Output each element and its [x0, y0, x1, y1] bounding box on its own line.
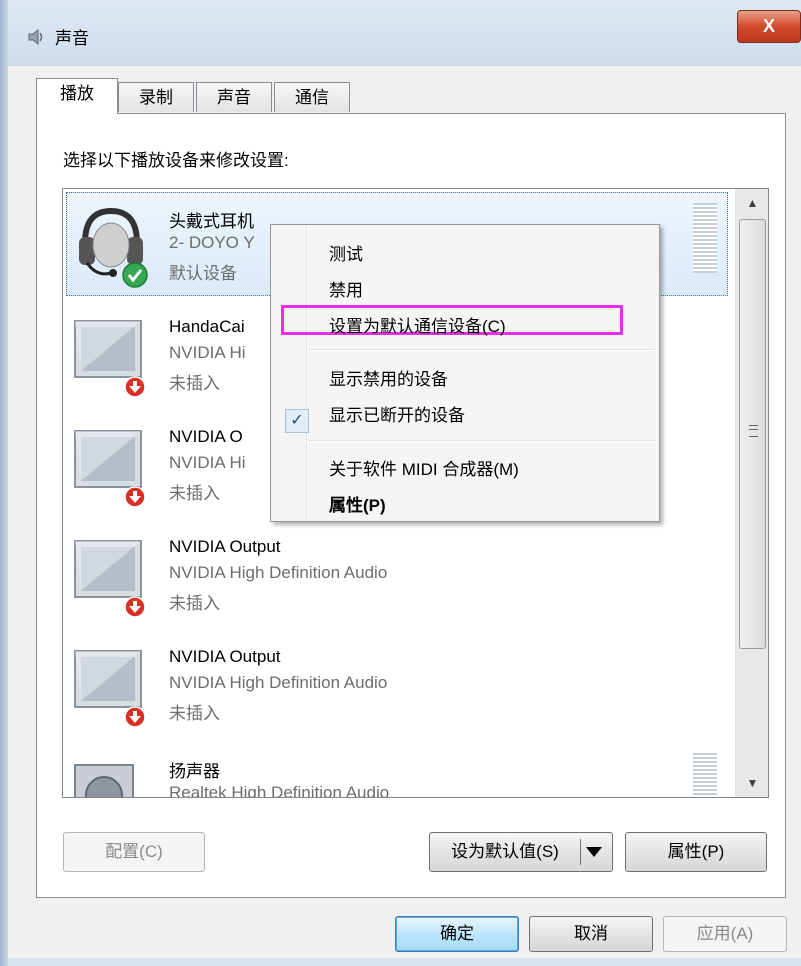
menu-item-properties[interactable]: 属性(P)	[329, 491, 386, 516]
device-list-scrollbar[interactable]: ▲ ▼	[735, 189, 768, 797]
device-subtitle: NVIDIA Hi	[169, 343, 246, 362]
device-subtitle: 2- DOYO Y	[169, 233, 255, 252]
device-name: NVIDIA Output	[169, 537, 281, 556]
device-item-nvidia-output-1[interactable]: NVIDIA Output NVIDIA High Definition Aud…	[63, 519, 735, 629]
unplugged-arrow-icon	[124, 486, 146, 508]
set-default-split-button[interactable]: 设为默认值(S)	[429, 832, 613, 872]
scroll-down-icon[interactable]: ▼	[736, 769, 768, 797]
tab-recording[interactable]: 录制	[118, 82, 194, 112]
tab-playback[interactable]: 播放	[36, 78, 118, 114]
split-divider	[580, 839, 581, 865]
device-subtitle: Realtek High Definition Audio	[169, 783, 390, 798]
properties-button[interactable]: 属性(P)	[625, 832, 767, 872]
instruction-text: 选择以下播放设备来修改设置:	[63, 151, 289, 170]
device-subtitle: NVIDIA Hi	[169, 453, 246, 472]
menu-separator	[309, 440, 655, 442]
device-name: 扬声器	[169, 762, 220, 781]
unplugged-arrow-icon	[124, 596, 146, 618]
ok-button[interactable]: 确定	[395, 916, 519, 952]
unplugged-arrow-icon	[124, 376, 146, 398]
window-title: 声音	[55, 29, 89, 48]
apply-button[interactable]: 应用(A)	[663, 916, 787, 952]
scroll-grip-icon	[749, 425, 758, 437]
title-bar[interactable]: 声音 X	[8, 0, 801, 66]
chevron-down-icon[interactable]	[586, 847, 602, 857]
device-status: 默认设备	[169, 264, 237, 283]
menu-item-disable[interactable]: 禁用	[329, 276, 363, 301]
default-device-check-icon	[122, 262, 148, 288]
device-name: NVIDIA Output	[169, 647, 281, 666]
device-item-speaker[interactable]: 扬声器 Realtek High Definition Audio	[63, 739, 735, 798]
set-default-label: 设为默认值(S)	[451, 842, 559, 861]
sound-dialog-window: 声音 X 播放 录制 声音 通信 选择以下播放设备来修改设置: 头戴式耳机 2-…	[0, 0, 801, 966]
device-subtitle: NVIDIA High Definition Audio	[169, 563, 388, 582]
unplugged-arrow-icon	[124, 706, 146, 728]
menu-item-set-default-comm[interactable]: 设置为默认通信设备(C)	[329, 312, 506, 337]
cancel-button[interactable]: 取消	[529, 916, 653, 952]
scroll-up-icon[interactable]: ▲	[736, 189, 768, 217]
device-status: 未插入	[169, 374, 220, 393]
close-icon: X	[762, 16, 775, 36]
device-context-menu: 测试 禁用 设置为默认通信设备(C) 显示禁用的设备 ✓ 显示已断开的设备 关于…	[270, 224, 660, 522]
speaker-app-icon	[28, 28, 43, 46]
volume-meter	[693, 753, 717, 797]
menu-item-show-disconnected[interactable]: 显示已断开的设备	[329, 401, 465, 426]
check-icon: ✓	[285, 409, 309, 433]
volume-meter	[693, 203, 717, 273]
menu-item-about-midi[interactable]: 关于软件 MIDI 合成器(M)	[329, 455, 519, 480]
close-button[interactable]: X	[737, 10, 801, 43]
device-status: 未插入	[169, 704, 220, 723]
speaker-icon	[74, 764, 134, 797]
device-name: HandaCai	[169, 317, 245, 336]
device-subtitle: NVIDIA High Definition Audio	[169, 673, 388, 692]
menu-item-test[interactable]: 测试	[329, 240, 363, 265]
tab-sounds[interactable]: 声音	[196, 82, 272, 112]
device-status: 未插入	[169, 484, 220, 503]
device-name: NVIDIA O	[169, 427, 243, 446]
device-name: 头戴式耳机	[169, 212, 254, 231]
menu-item-show-disabled[interactable]: 显示禁用的设备	[329, 365, 448, 390]
configure-button[interactable]: 配置(C)	[63, 832, 205, 872]
window-left-edge	[0, 0, 8, 966]
device-item-nvidia-output-2[interactable]: NVIDIA Output NVIDIA High Definition Aud…	[63, 629, 735, 739]
tab-communications[interactable]: 通信	[274, 82, 350, 112]
menu-icon-gutter	[306, 227, 308, 519]
window-bottom-edge	[8, 958, 801, 966]
device-status: 未插入	[169, 594, 220, 613]
scroll-thumb[interactable]	[739, 219, 766, 649]
menu-separator	[309, 349, 655, 351]
